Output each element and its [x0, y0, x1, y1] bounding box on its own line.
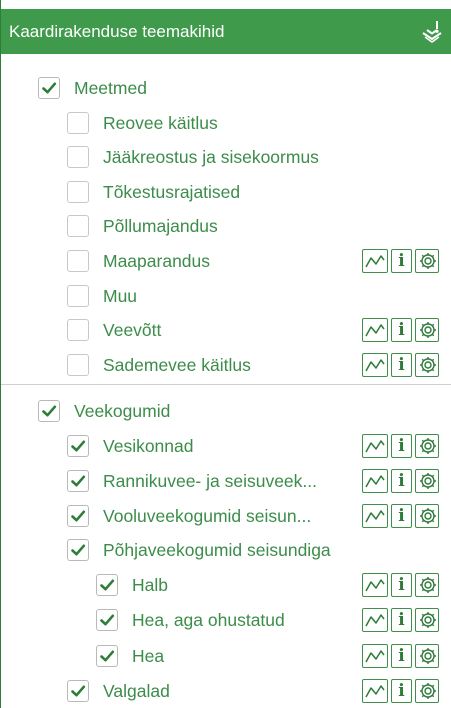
layer-label[interactable]: Jääkreostus ja sisekoormus	[103, 147, 319, 168]
line-chart-icon[interactable]	[362, 249, 388, 273]
layer-tools: i	[362, 679, 439, 703]
layer-tools: i	[362, 573, 439, 597]
layer-checkbox[interactable]	[67, 250, 89, 272]
layer-checkbox[interactable]	[67, 470, 89, 492]
layer-row: Põllumajandus	[67, 211, 218, 241]
layer-group-row: Veekogumid	[38, 396, 170, 426]
layer-label[interactable]: Veevõtt	[103, 320, 161, 341]
layer-tools: i	[362, 249, 439, 273]
layer-row: Põhjaveekogumid seisundiga	[67, 535, 331, 565]
layer-label[interactable]: Maaparandus	[103, 251, 210, 272]
layer-tools: i	[362, 469, 439, 493]
layer-checkbox[interactable]	[67, 146, 89, 168]
layer-label[interactable]: Sademevee käitlus	[103, 355, 251, 376]
layer-tools: i	[362, 353, 439, 377]
layer-label[interactable]: Meetmed	[74, 78, 147, 99]
layer-label[interactable]: Muu	[103, 286, 137, 307]
layer-label[interactable]: Vesikonnad	[103, 436, 194, 457]
gear-icon[interactable]	[415, 644, 439, 668]
layer-checkbox[interactable]	[96, 609, 118, 631]
layer-row: Tõkestusrajatised	[67, 177, 240, 207]
layer-row: Sademevee käitlus	[67, 350, 251, 380]
layer-checkbox[interactable]	[67, 505, 89, 527]
layer-checkbox[interactable]	[96, 645, 118, 667]
info-icon[interactable]: i	[391, 679, 412, 703]
layer-row: Jääkreostus ja sisekoormus	[67, 142, 319, 172]
layer-label[interactable]: Hea, aga ohustatud	[132, 610, 285, 631]
info-icon[interactable]: i	[391, 434, 412, 458]
gear-icon[interactable]	[415, 318, 439, 342]
layer-label[interactable]: Põhjaveekogumid seisundiga	[103, 540, 331, 561]
layer-row: Hea, aga ohustatud	[96, 605, 285, 635]
layer-checkbox[interactable]	[67, 215, 89, 237]
layer-label[interactable]: Vooluveekogumid seisun...	[103, 506, 311, 527]
layer-row: Reovee käitlus	[67, 108, 218, 138]
gear-icon[interactable]	[415, 608, 439, 632]
layer-group-row: Meetmed	[38, 73, 147, 103]
layer-tools: i	[362, 318, 439, 342]
layer-label[interactable]: Reovee käitlus	[103, 113, 218, 134]
layer-row: Halb	[96, 570, 168, 600]
line-chart-icon[interactable]	[362, 644, 388, 668]
panel-header: Kaardirakenduse teemakihid	[1, 9, 451, 54]
line-chart-icon[interactable]	[362, 504, 388, 528]
layer-checkbox[interactable]	[67, 539, 89, 561]
layer-checkbox[interactable]	[38, 400, 60, 422]
gear-icon[interactable]	[415, 353, 439, 377]
layer-panel: Kaardirakenduse teemakihid Meetmed Reovee…	[0, 0, 451, 708]
layer-row: Vesikonnad	[67, 431, 194, 461]
info-icon[interactable]: i	[391, 469, 412, 493]
layer-tools: i	[362, 504, 439, 528]
info-icon[interactable]: i	[391, 573, 412, 597]
layer-row: Muu	[67, 281, 137, 311]
line-chart-icon[interactable]	[362, 608, 388, 632]
gear-icon[interactable]	[415, 679, 439, 703]
group-divider	[1, 384, 451, 385]
line-chart-icon[interactable]	[362, 353, 388, 377]
layer-row: Rannikuvee- ja seisuveek...	[67, 466, 317, 496]
layer-checkbox[interactable]	[67, 354, 89, 376]
gear-icon[interactable]	[415, 434, 439, 458]
panel-title: Kaardirakenduse teemakihid	[9, 22, 225, 41]
layer-checkbox[interactable]	[67, 285, 89, 307]
layer-tools: i	[362, 608, 439, 632]
layer-row: Veevõtt	[67, 315, 161, 345]
line-chart-icon[interactable]	[362, 434, 388, 458]
gear-icon[interactable]	[415, 504, 439, 528]
layer-checkbox[interactable]	[67, 319, 89, 341]
layer-checkbox[interactable]	[67, 181, 89, 203]
layers-download-icon[interactable]	[420, 20, 444, 44]
layer-row: Hea	[96, 641, 164, 671]
info-icon[interactable]: i	[391, 249, 412, 273]
info-icon[interactable]: i	[391, 318, 412, 342]
layer-tools: i	[362, 434, 439, 458]
layer-label[interactable]: Rannikuvee- ja seisuveek...	[103, 471, 317, 492]
gear-icon[interactable]	[415, 469, 439, 493]
line-chart-icon[interactable]	[362, 573, 388, 597]
line-chart-icon[interactable]	[362, 469, 388, 493]
layer-label[interactable]: Põllumajandus	[103, 216, 218, 237]
layer-checkbox[interactable]	[38, 77, 60, 99]
info-icon[interactable]: i	[391, 504, 412, 528]
layer-row: Valgalad	[67, 676, 170, 706]
info-icon[interactable]: i	[391, 644, 412, 668]
layer-label[interactable]: Halb	[132, 575, 168, 596]
layer-row: Maaparandus	[67, 246, 210, 276]
line-chart-icon[interactable]	[362, 679, 388, 703]
layer-label[interactable]: Valgalad	[103, 681, 170, 702]
layer-row: Vooluveekogumid seisun...	[67, 501, 311, 531]
layer-checkbox[interactable]	[67, 680, 89, 702]
layer-checkbox[interactable]	[67, 112, 89, 134]
layer-tools: i	[362, 644, 439, 668]
layer-label[interactable]: Veekogumid	[74, 401, 170, 422]
layer-checkbox[interactable]	[96, 574, 118, 596]
layer-label[interactable]: Hea	[132, 646, 164, 667]
line-chart-icon[interactable]	[362, 318, 388, 342]
info-icon[interactable]: i	[391, 353, 412, 377]
gear-icon[interactable]	[415, 249, 439, 273]
layer-checkbox[interactable]	[67, 435, 89, 457]
gear-icon[interactable]	[415, 573, 439, 597]
info-icon[interactable]: i	[391, 608, 412, 632]
layer-label[interactable]: Tõkestusrajatised	[103, 182, 240, 203]
